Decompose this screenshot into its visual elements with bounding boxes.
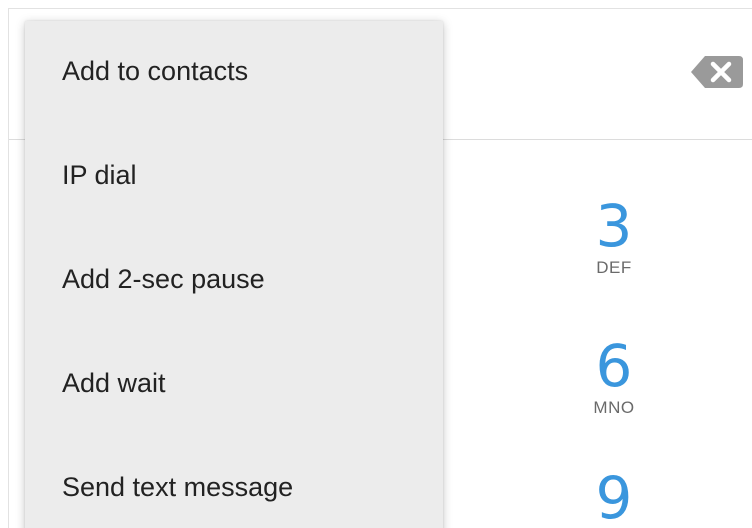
key-9[interactable]: 9	[549, 466, 679, 528]
overflow-menu: Add to contacts IP dial Add 2-sec pause …	[25, 21, 443, 528]
key-digit: 9	[595, 464, 633, 528]
menu-item-add-2-sec-pause[interactable]: Add 2-sec pause	[25, 229, 443, 333]
backspace-icon	[691, 56, 743, 88]
menu-item-label: Add wait	[62, 368, 166, 398]
key-letters: MNO	[593, 398, 635, 417]
dialer-screen: 3 DEF 6 MNO 9 Add to contacts IP dial Ad…	[8, 8, 752, 528]
menu-item-send-text-message[interactable]: Send text message	[25, 437, 443, 528]
menu-item-label: Add 2-sec pause	[62, 264, 265, 294]
key-digit: 3	[595, 192, 633, 260]
key-letters: DEF	[596, 258, 632, 277]
menu-item-label: Add to contacts	[62, 56, 249, 86]
backspace-button[interactable]	[689, 54, 745, 90]
key-6[interactable]: 6 MNO	[549, 334, 679, 418]
key-digit: 6	[595, 332, 633, 400]
key-3[interactable]: 3 DEF	[549, 194, 679, 278]
menu-item-add-to-contacts[interactable]: Add to contacts	[25, 21, 443, 125]
menu-item-label: IP dial	[62, 160, 137, 190]
menu-item-ip-dial[interactable]: IP dial	[25, 125, 443, 229]
menu-item-add-wait[interactable]: Add wait	[25, 333, 443, 437]
menu-item-label: Send text message	[62, 472, 294, 502]
